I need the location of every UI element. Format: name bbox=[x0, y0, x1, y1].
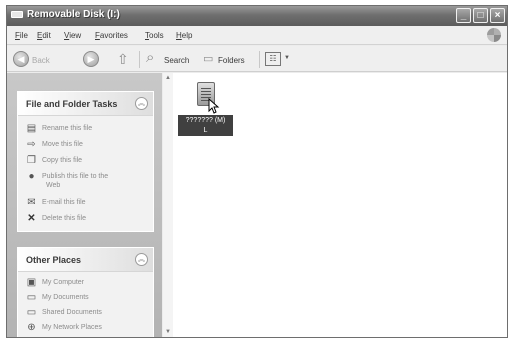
menu-edit[interactable]: Edit bbox=[37, 31, 51, 40]
other-places-title: Other Places bbox=[26, 255, 82, 265]
vertical-scrollbar[interactable]: ▲ ▼ bbox=[163, 73, 173, 337]
network-places-icon: ⊕ bbox=[27, 322, 36, 333]
menu-view[interactable]: View bbox=[64, 31, 81, 40]
my-computer-icon: ▣ bbox=[26, 277, 37, 288]
back-button[interactable]: Back bbox=[32, 56, 50, 65]
up-folder-icon[interactable]: ⇧ bbox=[117, 51, 129, 68]
collapse-chevron-icon[interactable]: ︽ bbox=[135, 97, 148, 110]
file-folder-tasks-title: File and Folder Tasks bbox=[26, 99, 118, 109]
menu-help[interactable]: Help bbox=[176, 31, 192, 40]
mouse-pointer-icon bbox=[208, 98, 220, 114]
copy-icon: ❐ bbox=[27, 155, 36, 166]
views-dropdown-icon[interactable]: ▼ bbox=[284, 55, 290, 61]
selected-file-label[interactable]: ??????? (M) L bbox=[178, 115, 233, 136]
window-title: Removable Disk (I:) bbox=[27, 9, 120, 20]
other-places-header[interactable]: Other Places ︽ bbox=[18, 248, 153, 272]
close-button[interactable]: × bbox=[490, 8, 505, 23]
move-icon: ⇨ bbox=[27, 139, 36, 150]
file-folder-tasks-header[interactable]: File and Folder Tasks ︽ bbox=[18, 92, 153, 116]
file-name-line-1: ??????? (M) bbox=[185, 117, 226, 124]
file-name-line-2: L bbox=[203, 127, 208, 134]
windows-logo-icon bbox=[487, 28, 501, 42]
my-documents-icon: ▭ bbox=[26, 292, 37, 303]
file-folder-tasks-box: File and Folder Tasks ︽ ▤ Rename this fi… bbox=[17, 91, 154, 232]
email-icon: ✉ bbox=[27, 197, 36, 208]
delete-icon: ✕ bbox=[27, 213, 36, 224]
task-pane: File and Folder Tasks ︽ ▤ Rename this fi… bbox=[7, 73, 162, 337]
shared-documents-icon: ▭ bbox=[26, 307, 37, 318]
scroll-up-arrow-icon[interactable]: ▲ bbox=[164, 75, 172, 83]
toolbar-separator bbox=[139, 51, 140, 68]
search-button[interactable]: Search bbox=[164, 56, 189, 65]
menu-favorites[interactable]: Favorites bbox=[95, 31, 128, 40]
drive-icon bbox=[11, 11, 23, 18]
menu-bar: File Edit View Favorites Tools Help bbox=[7, 26, 507, 45]
title-bar[interactable]: Removable Disk (I:) _ □ × bbox=[7, 6, 507, 26]
explorer-window: Removable Disk (I:) _ □ × File Edit View… bbox=[6, 5, 508, 338]
maximize-button[interactable]: □ bbox=[473, 8, 488, 23]
scroll-down-arrow-icon[interactable]: ▼ bbox=[164, 329, 172, 337]
views-icon[interactable]: ☷ bbox=[265, 52, 281, 66]
search-icon[interactable]: ⌕ bbox=[146, 49, 154, 66]
minimize-button[interactable]: _ bbox=[456, 8, 471, 23]
rename-icon: ▤ bbox=[26, 123, 37, 134]
menu-tools[interactable]: Tools bbox=[145, 31, 164, 40]
publish-icon: ● bbox=[28, 171, 35, 182]
other-places-box: Other Places ︽ ▣ My Computer ▭ My Docume… bbox=[17, 247, 154, 337]
toolbar-separator bbox=[259, 51, 260, 68]
back-arrow-icon[interactable]: ◀ bbox=[13, 51, 29, 67]
menu-file[interactable]: File bbox=[15, 31, 28, 40]
collapse-chevron-icon[interactable]: ︽ bbox=[135, 253, 148, 266]
folders-button[interactable]: Folders bbox=[218, 56, 245, 65]
forward-arrow-icon[interactable]: ▶ bbox=[83, 51, 99, 67]
folders-icon[interactable]: ▭ bbox=[203, 52, 213, 65]
toolbar: ◀ Back ▶ ⇧ ⌕ Search ▭ Folders ☷ ▼ bbox=[7, 46, 507, 72]
